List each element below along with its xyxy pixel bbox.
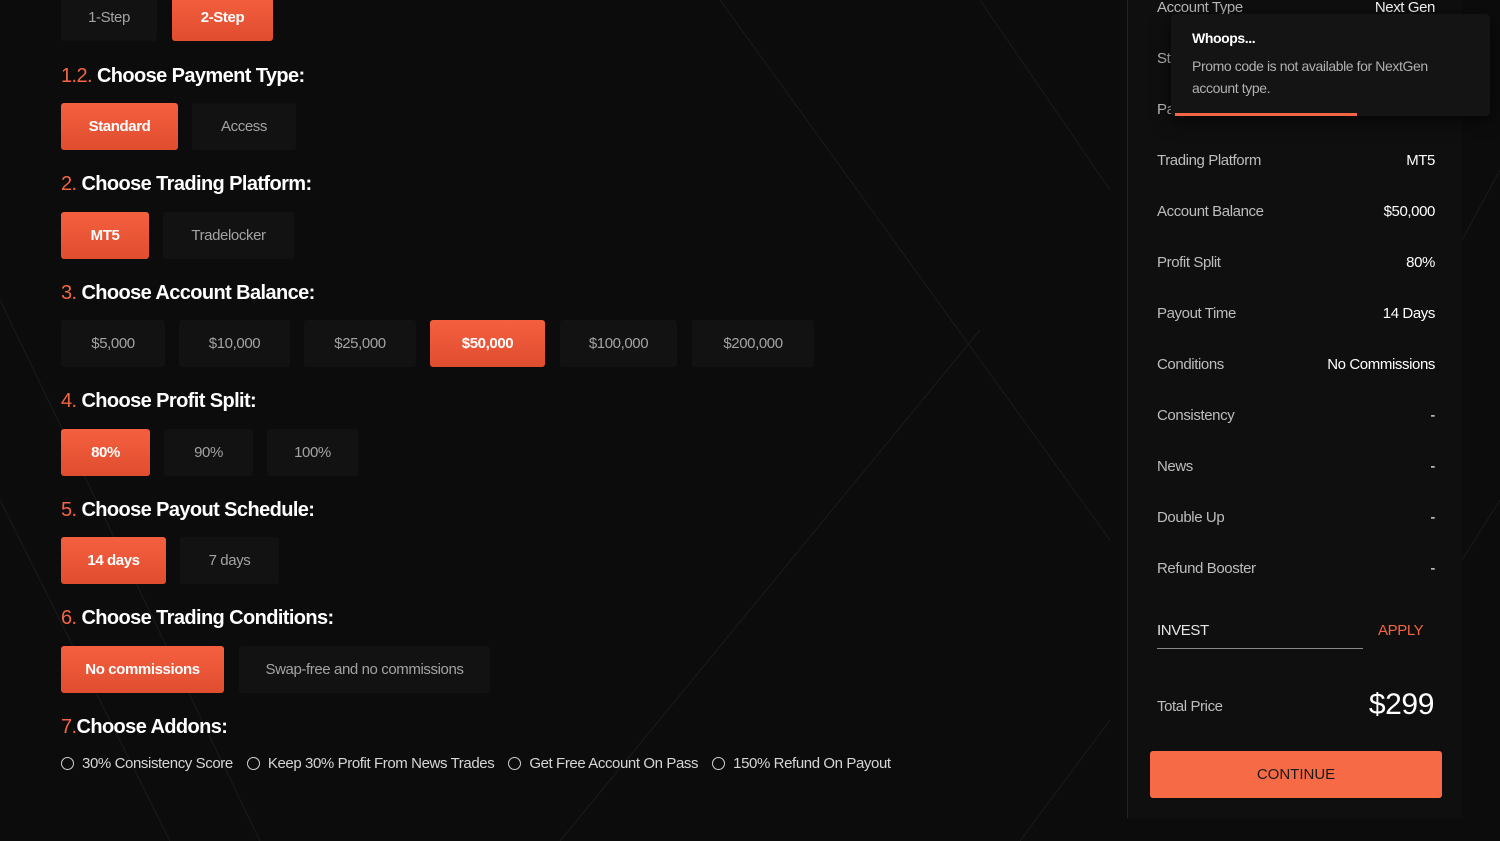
balance-number: 3. bbox=[61, 282, 77, 304]
conditions-number: 6. bbox=[61, 607, 77, 629]
profit-split-heading: 4. Choose Profit Split: bbox=[61, 390, 257, 413]
addon-refund[interactable]: 150% Refund On Payout bbox=[712, 755, 891, 772]
split-option-80[interactable]: 80% bbox=[61, 429, 150, 476]
addon-refund-label: 150% Refund On Payout bbox=[733, 755, 891, 772]
summary-value: No Commissions bbox=[1327, 356, 1435, 373]
balance-heading: 3. Choose Account Balance: bbox=[61, 282, 315, 305]
summary-value: 14 Days bbox=[1382, 305, 1436, 322]
radio-icon[interactable] bbox=[246, 757, 260, 770]
conditions-option-swap-free[interactable]: Swap-free and no commissions bbox=[239, 646, 490, 693]
toast-message: Promo code is not available for NextGen … bbox=[1192, 58, 1428, 96]
balance-option-50000[interactable]: $50,000 bbox=[430, 320, 545, 367]
summary-label: Payout Time bbox=[1157, 305, 1236, 322]
addon-consistency-label: 30% Consistency Score bbox=[82, 755, 233, 772]
payout-option-7-days[interactable]: 7 days bbox=[180, 537, 279, 584]
balance-option-10000[interactable]: $10,000 bbox=[179, 320, 290, 367]
toast-progress-bar bbox=[1175, 113, 1357, 116]
summary-row-double-up: Double Up - bbox=[1157, 509, 1435, 526]
summary-label: Trading Platform bbox=[1157, 152, 1261, 169]
summary-label: St bbox=[1157, 50, 1171, 67]
order-summary-panel: Account Type Next Gen St Pa Trading Platf… bbox=[1127, 0, 1462, 818]
summary-value: 80% bbox=[1406, 254, 1435, 271]
payout-option-14-days[interactable]: 14 days bbox=[61, 537, 166, 584]
summary-value: - bbox=[1430, 407, 1435, 424]
conditions-title: Choose Trading Conditions: bbox=[81, 607, 334, 629]
balance-option-200000[interactable]: $200,000 bbox=[692, 320, 814, 367]
payment-option-standard[interactable]: Standard bbox=[61, 103, 178, 150]
conditions-heading: 6. Choose Trading Conditions: bbox=[61, 607, 334, 630]
addons-heading: 7.Choose Addons: bbox=[61, 716, 228, 739]
summary-row-news: News - bbox=[1157, 458, 1435, 475]
balance-title: Choose Account Balance: bbox=[81, 282, 315, 304]
balance-option-5000[interactable]: $5,000 bbox=[61, 320, 165, 367]
platform-heading: 2. Choose Trading Platform: bbox=[61, 173, 312, 196]
summary-row-payout-time: Payout Time 14 Days bbox=[1157, 305, 1435, 322]
summary-row-profit-split: Profit Split 80% bbox=[1157, 254, 1435, 271]
promo-code-input[interactable]: INVEST bbox=[1157, 622, 1363, 649]
summary-label: Consistency bbox=[1157, 407, 1235, 424]
split-option-100[interactable]: 100% bbox=[267, 429, 358, 476]
platform-title: Choose Trading Platform: bbox=[81, 173, 312, 195]
summary-label: Conditions bbox=[1157, 356, 1224, 373]
total-price-label: Total Price bbox=[1157, 698, 1223, 715]
step-option-1[interactable]: 1-Step bbox=[61, 0, 157, 41]
radio-icon[interactable] bbox=[508, 757, 522, 770]
payout-number: 5. bbox=[61, 499, 77, 521]
conditions-option-no-commissions[interactable]: No commissions bbox=[61, 646, 224, 693]
summary-label: News bbox=[1157, 458, 1193, 475]
addon-news-label: Keep 30% Profit From News Trades bbox=[267, 755, 495, 772]
split-option-90[interactable]: 90% bbox=[164, 429, 253, 476]
error-toast[interactable]: Whoops... Promo code is not available fo… bbox=[1171, 14, 1490, 116]
summary-row-refund-booster: Refund Booster - bbox=[1157, 560, 1435, 577]
addons-list: 30% Consistency Score Keep 30% Profit Fr… bbox=[61, 755, 905, 772]
toast-title: Whoops... bbox=[1192, 30, 1256, 46]
radio-icon[interactable] bbox=[61, 757, 74, 770]
summary-value: MT5 bbox=[1406, 152, 1435, 169]
summary-row-platform: Trading Platform MT5 bbox=[1157, 152, 1435, 169]
summary-value: - bbox=[1430, 560, 1435, 577]
total-price-value: $299 bbox=[1368, 688, 1435, 721]
summary-row-consistency: Consistency - bbox=[1157, 407, 1435, 424]
payment-type-heading: 1.2. Choose Payment Type: bbox=[61, 65, 305, 88]
addon-news[interactable]: Keep 30% Profit From News Trades bbox=[246, 755, 495, 772]
payment-type-title: Choose Payment Type: bbox=[96, 65, 305, 87]
radio-icon[interactable] bbox=[712, 757, 726, 770]
profit-split-number: 4. bbox=[61, 390, 77, 412]
platform-number: 2. bbox=[61, 173, 77, 195]
payment-type-number: 1.2. bbox=[61, 65, 93, 87]
payout-title: Choose Payout Schedule: bbox=[81, 499, 315, 521]
configuration-form: 1-Step 2-Step 1.2. Choose Payment Type: … bbox=[0, 0, 1110, 841]
balance-option-25000[interactable]: $25,000 bbox=[304, 320, 416, 367]
summary-row-conditions: Conditions No Commissions bbox=[1157, 356, 1435, 373]
payment-option-access[interactable]: Access bbox=[192, 103, 296, 150]
summary-row-balance: Account Balance $50,000 bbox=[1157, 203, 1435, 220]
addon-free-account-label: Get Free Account On Pass bbox=[529, 755, 699, 772]
summary-label: Profit Split bbox=[1157, 254, 1221, 271]
step-option-2[interactable]: 2-Step bbox=[172, 0, 273, 41]
platform-option-mt5[interactable]: MT5 bbox=[61, 212, 149, 259]
balance-option-100000[interactable]: $100,000 bbox=[560, 320, 677, 367]
summary-value: - bbox=[1430, 509, 1435, 526]
addons-number: 7. bbox=[61, 716, 77, 738]
continue-button[interactable]: CONTINUE bbox=[1150, 751, 1442, 798]
profit-split-title: Choose Profit Split: bbox=[81, 390, 257, 412]
platform-option-tradelocker[interactable]: Tradelocker bbox=[163, 212, 294, 259]
summary-label: Account Balance bbox=[1157, 203, 1264, 220]
summary-label: Double Up bbox=[1157, 509, 1225, 526]
summary-label: Refund Booster bbox=[1157, 560, 1256, 577]
addon-consistency[interactable]: 30% Consistency Score bbox=[61, 755, 233, 772]
apply-button[interactable]: APPLY bbox=[1378, 622, 1424, 639]
summary-value: - bbox=[1430, 458, 1435, 475]
payout-heading: 5. Choose Payout Schedule: bbox=[61, 499, 315, 522]
summary-value: $50,000 bbox=[1383, 203, 1436, 220]
addons-title: Choose Addons: bbox=[76, 716, 228, 738]
addon-free-account[interactable]: Get Free Account On Pass bbox=[508, 755, 699, 772]
